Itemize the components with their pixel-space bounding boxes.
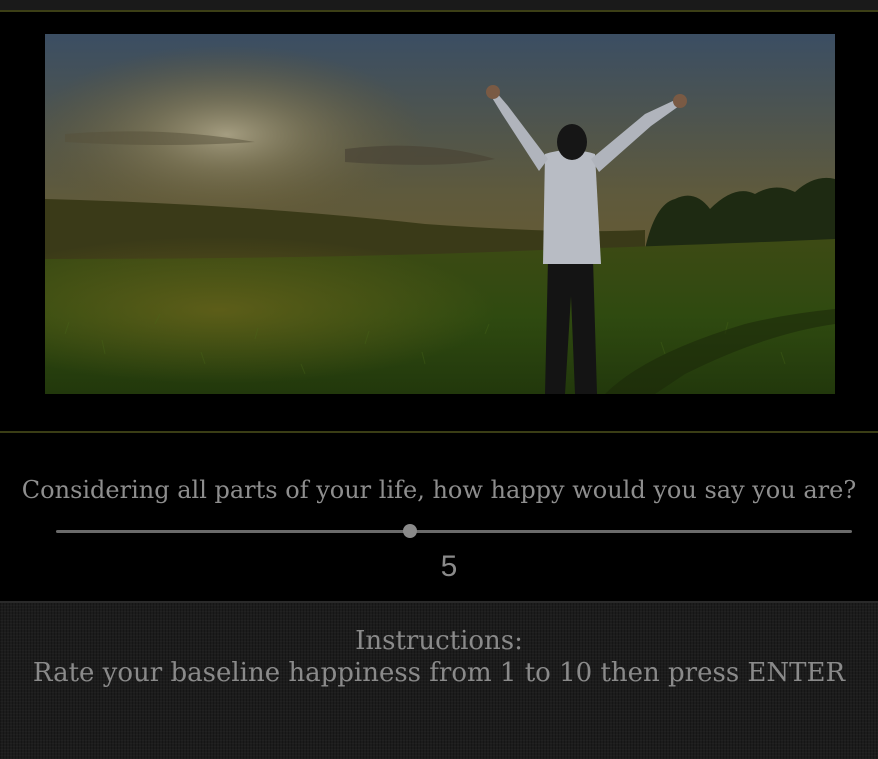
hero-scene-illustration (45, 34, 835, 394)
happiness-slider-track[interactable] (56, 530, 852, 533)
survey-question: Considering all parts of your life, how … (21, 476, 857, 504)
happiness-slider-thumb[interactable] (402, 524, 417, 538)
hero-image (45, 34, 835, 394)
instructions-title: Instructions: (355, 626, 523, 656)
top-bar (0, 0, 878, 12)
instructions-text: Rate your baseline happiness from 1 to 1… (32, 658, 846, 688)
instructions-panel: Instructions: Rate your baseline happine… (0, 601, 878, 759)
section-divider (0, 431, 878, 433)
slider-value-label: 5 (440, 550, 458, 583)
